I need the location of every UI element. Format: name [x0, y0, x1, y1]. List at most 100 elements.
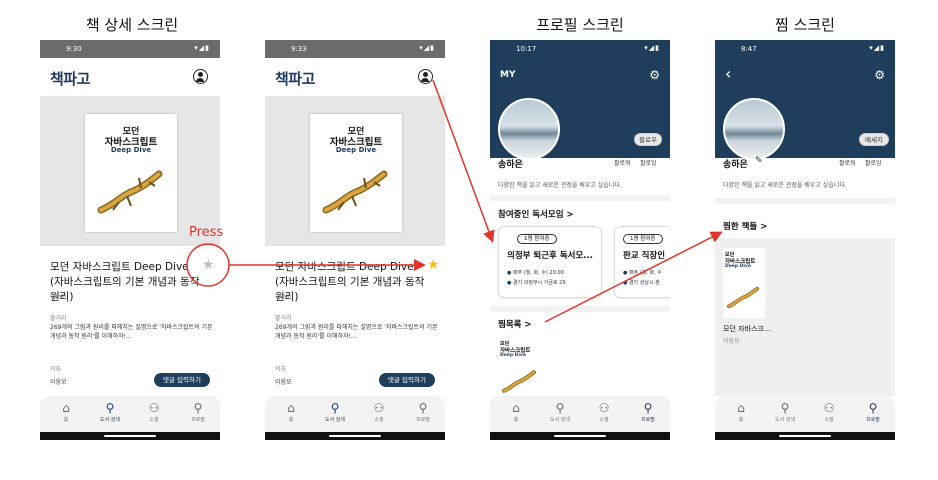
book-title: 모던 자바스크립트 Deep Dive (자바스크립트의 기본 개념과 동작 원… [275, 261, 425, 303]
group-icon: ⚇ [823, 401, 835, 415]
profile-bio: 다양한 책을 읽고 새로운 관점을 배우고 싶습니다. [498, 182, 622, 189]
bottom-nav: ⌂ 홈 ⚲ 도서 검색 ⚇ 소셜 ⚲ 프로필 [490, 396, 670, 432]
nav-home[interactable]: ⌂ 홈 [48, 400, 84, 423]
phone-wishlist: 8:47 ▾◢▮ ‹ ⚙ 메세지 송하은 ✎ 팔로워 팔로잉 다양한 책을 읽고… [715, 40, 895, 440]
edit-icon[interactable]: ✎ [755, 156, 763, 166]
home-icon: ⌂ [62, 401, 70, 415]
wished-books-title[interactable]: 찜한 책들 > [723, 220, 767, 232]
settings-icon[interactable]: ⚙ [649, 68, 660, 82]
app-bar: 책파고 [265, 58, 445, 96]
bottom-nav: ⌂ 홈 ⚲ 도서 검색 ⚇ 소셜 ⚲ 프로필 [715, 396, 895, 432]
followers-link[interactable]: 팔로워 [614, 158, 631, 167]
comment-button[interactable]: 댓글 입력하기 [154, 373, 210, 387]
wish-book-cover[interactable]: 모던 자바스크립트 Deep Dive [498, 338, 542, 396]
nav-home[interactable]: ⌂ 홈 [498, 400, 534, 423]
search-icon: ⚲ [330, 401, 340, 415]
writer-name: 이웅모 [275, 379, 292, 386]
home-indicator [265, 432, 445, 440]
book-summary: 269개의 그림과 원리를 파헤치는 설명으로 '자바스크립트의 기본 개념과 … [275, 324, 438, 340]
back-icon[interactable]: ‹ [725, 64, 731, 83]
header-title: MY [500, 70, 516, 80]
clubs-title[interactable]: 참여중인 독서모임 > [498, 208, 574, 220]
wish-book-title: 모던 자바스크... [723, 325, 771, 333]
divider [490, 306, 670, 312]
search-icon: ⚲ [105, 401, 115, 415]
nav-profile[interactable]: ⚲ 프로필 [855, 400, 891, 423]
club-card[interactable]: 1명 참여중 판교 직장인 ● 매주 (월, 화, 수 ● 경기 성남시 분 [614, 226, 670, 298]
club-name: 의정부 퇴근후 독서모... [507, 251, 593, 261]
nav-search-label: 도서 검색 [550, 417, 570, 423]
nav-home[interactable]: ⌂ 홈 [273, 400, 309, 423]
nav-search[interactable]: ⚲ 도서 검색 [317, 400, 353, 423]
label-profile: 프로필 스크린 [536, 16, 624, 34]
search-icon: ⚲ [780, 401, 790, 415]
following-link[interactable]: 팔로잉 [865, 158, 882, 167]
nav-profile[interactable]: ⚲ 프로필 [405, 400, 441, 423]
brand-logo[interactable]: 책파고 [275, 68, 315, 89]
nav-home-label: 홈 [288, 417, 294, 423]
club-schedule: ● 매주 (월, 화, 수 [623, 269, 662, 276]
person-icon: ⚲ [868, 401, 878, 415]
club-place: ● 경기 성남시 분 [623, 279, 660, 286]
message-button[interactable]: 메세지 [859, 133, 889, 146]
nav-home-label: 홈 [738, 417, 744, 423]
summary-label: 줄거리 [50, 315, 67, 322]
follow-button[interactable]: 팔로우 [634, 133, 662, 146]
nav-social-label: 소셜 [599, 417, 609, 423]
cover-line3: Deep Dive [725, 264, 751, 269]
club-place-text: 경기 의정부시 가금로 29 [512, 280, 566, 286]
following-link[interactable]: 팔로잉 [640, 158, 657, 167]
nav-social-label: 소셜 [149, 417, 159, 423]
group-icon: ⚇ [148, 401, 160, 415]
comment-button[interactable]: 댓글 입력하기 [379, 373, 435, 387]
status-bar: 9:30 ▾◢▮ [40, 40, 220, 58]
cover-line3: Deep Dive [335, 146, 377, 154]
writer-name: 이웅모 [50, 379, 67, 386]
nav-social[interactable]: ⚇ 소셜 [361, 400, 397, 423]
profile-bio: 다양한 책을 읽고 새로운 관점을 배우고 싶습니다. [723, 182, 847, 189]
settings-icon[interactable]: ⚙ [874, 68, 885, 82]
profile-name: 송하은 [498, 160, 523, 170]
profile-icon[interactable] [193, 69, 208, 84]
wishlist-title[interactable]: 찜목록 > [498, 318, 532, 330]
signal-icons: ▾◢▮ [869, 44, 885, 52]
divider [490, 195, 670, 201]
wishlist-star-filled-icon[interactable]: ★ [427, 258, 440, 272]
group-icon: ⚇ [598, 401, 610, 415]
home-indicator [490, 432, 670, 440]
nav-social[interactable]: ⚇ 소셜 [811, 400, 847, 423]
book-cover-area: 모던 자바스크립트 Deep Dive [265, 96, 445, 246]
pin-icon: ● [623, 280, 628, 286]
summary-label: 줄거리 [275, 315, 292, 322]
phone-profile: 10:17 ▾◢▮ MY ⚙ 팔로우 송하은 팔로워 팔로잉 다양한 책을 읽고… [490, 40, 670, 440]
nav-profile-label: 프로필 [191, 417, 205, 423]
nav-search[interactable]: ⚲ 도서 검색 [767, 400, 803, 423]
divider [715, 198, 895, 204]
gecko-illustration [502, 370, 536, 393]
pin-icon: ● [507, 280, 512, 286]
brand-logo[interactable]: 책파고 [50, 68, 90, 89]
wishlist-star-icon[interactable]: ★ [202, 258, 215, 272]
book-summary: 269개의 그림과 원리를 파헤치는 설명으로 '자바스크립트의 기본 개념과 … [50, 324, 213, 340]
status-time: 10:17 [516, 45, 537, 53]
nav-search[interactable]: ⚲ 도서 검색 [542, 400, 578, 423]
label-wish: 찜 스크린 [775, 16, 835, 34]
app-bar: 책파고 [40, 58, 220, 96]
club-card[interactable]: 1명 참여중 의정부 퇴근후 독서모... ● 매주 (월, 화, 수) 20:… [498, 226, 602, 298]
signal-icons: ▾◢▮ [419, 44, 435, 52]
nav-profile[interactable]: ⚲ 프로필 [630, 400, 666, 423]
nav-profile[interactable]: ⚲ 프로필 [180, 400, 216, 423]
gecko-illustration [727, 286, 760, 309]
profile-icon[interactable] [418, 69, 433, 84]
nav-social[interactable]: ⚇ 소셜 [586, 400, 622, 423]
club-member-badge: 1명 참여중 [517, 234, 557, 244]
club-place: ● 경기 의정부시 가금로 29 [507, 279, 566, 286]
followers-link[interactable]: 팔로워 [839, 158, 856, 167]
nav-home[interactable]: ⌂ 홈 [723, 400, 759, 423]
nav-social[interactable]: ⚇ 소셜 [136, 400, 172, 423]
wish-book-cover[interactable]: 모던 자바스크립트 Deep Dive [723, 248, 765, 318]
book-cover: 모던 자바스크립트 Deep Dive [310, 114, 402, 232]
nav-search[interactable]: ⚲ 도서 검색 [92, 400, 128, 423]
home-icon: ⌂ [737, 401, 745, 415]
press-annotation: Press [189, 225, 224, 240]
